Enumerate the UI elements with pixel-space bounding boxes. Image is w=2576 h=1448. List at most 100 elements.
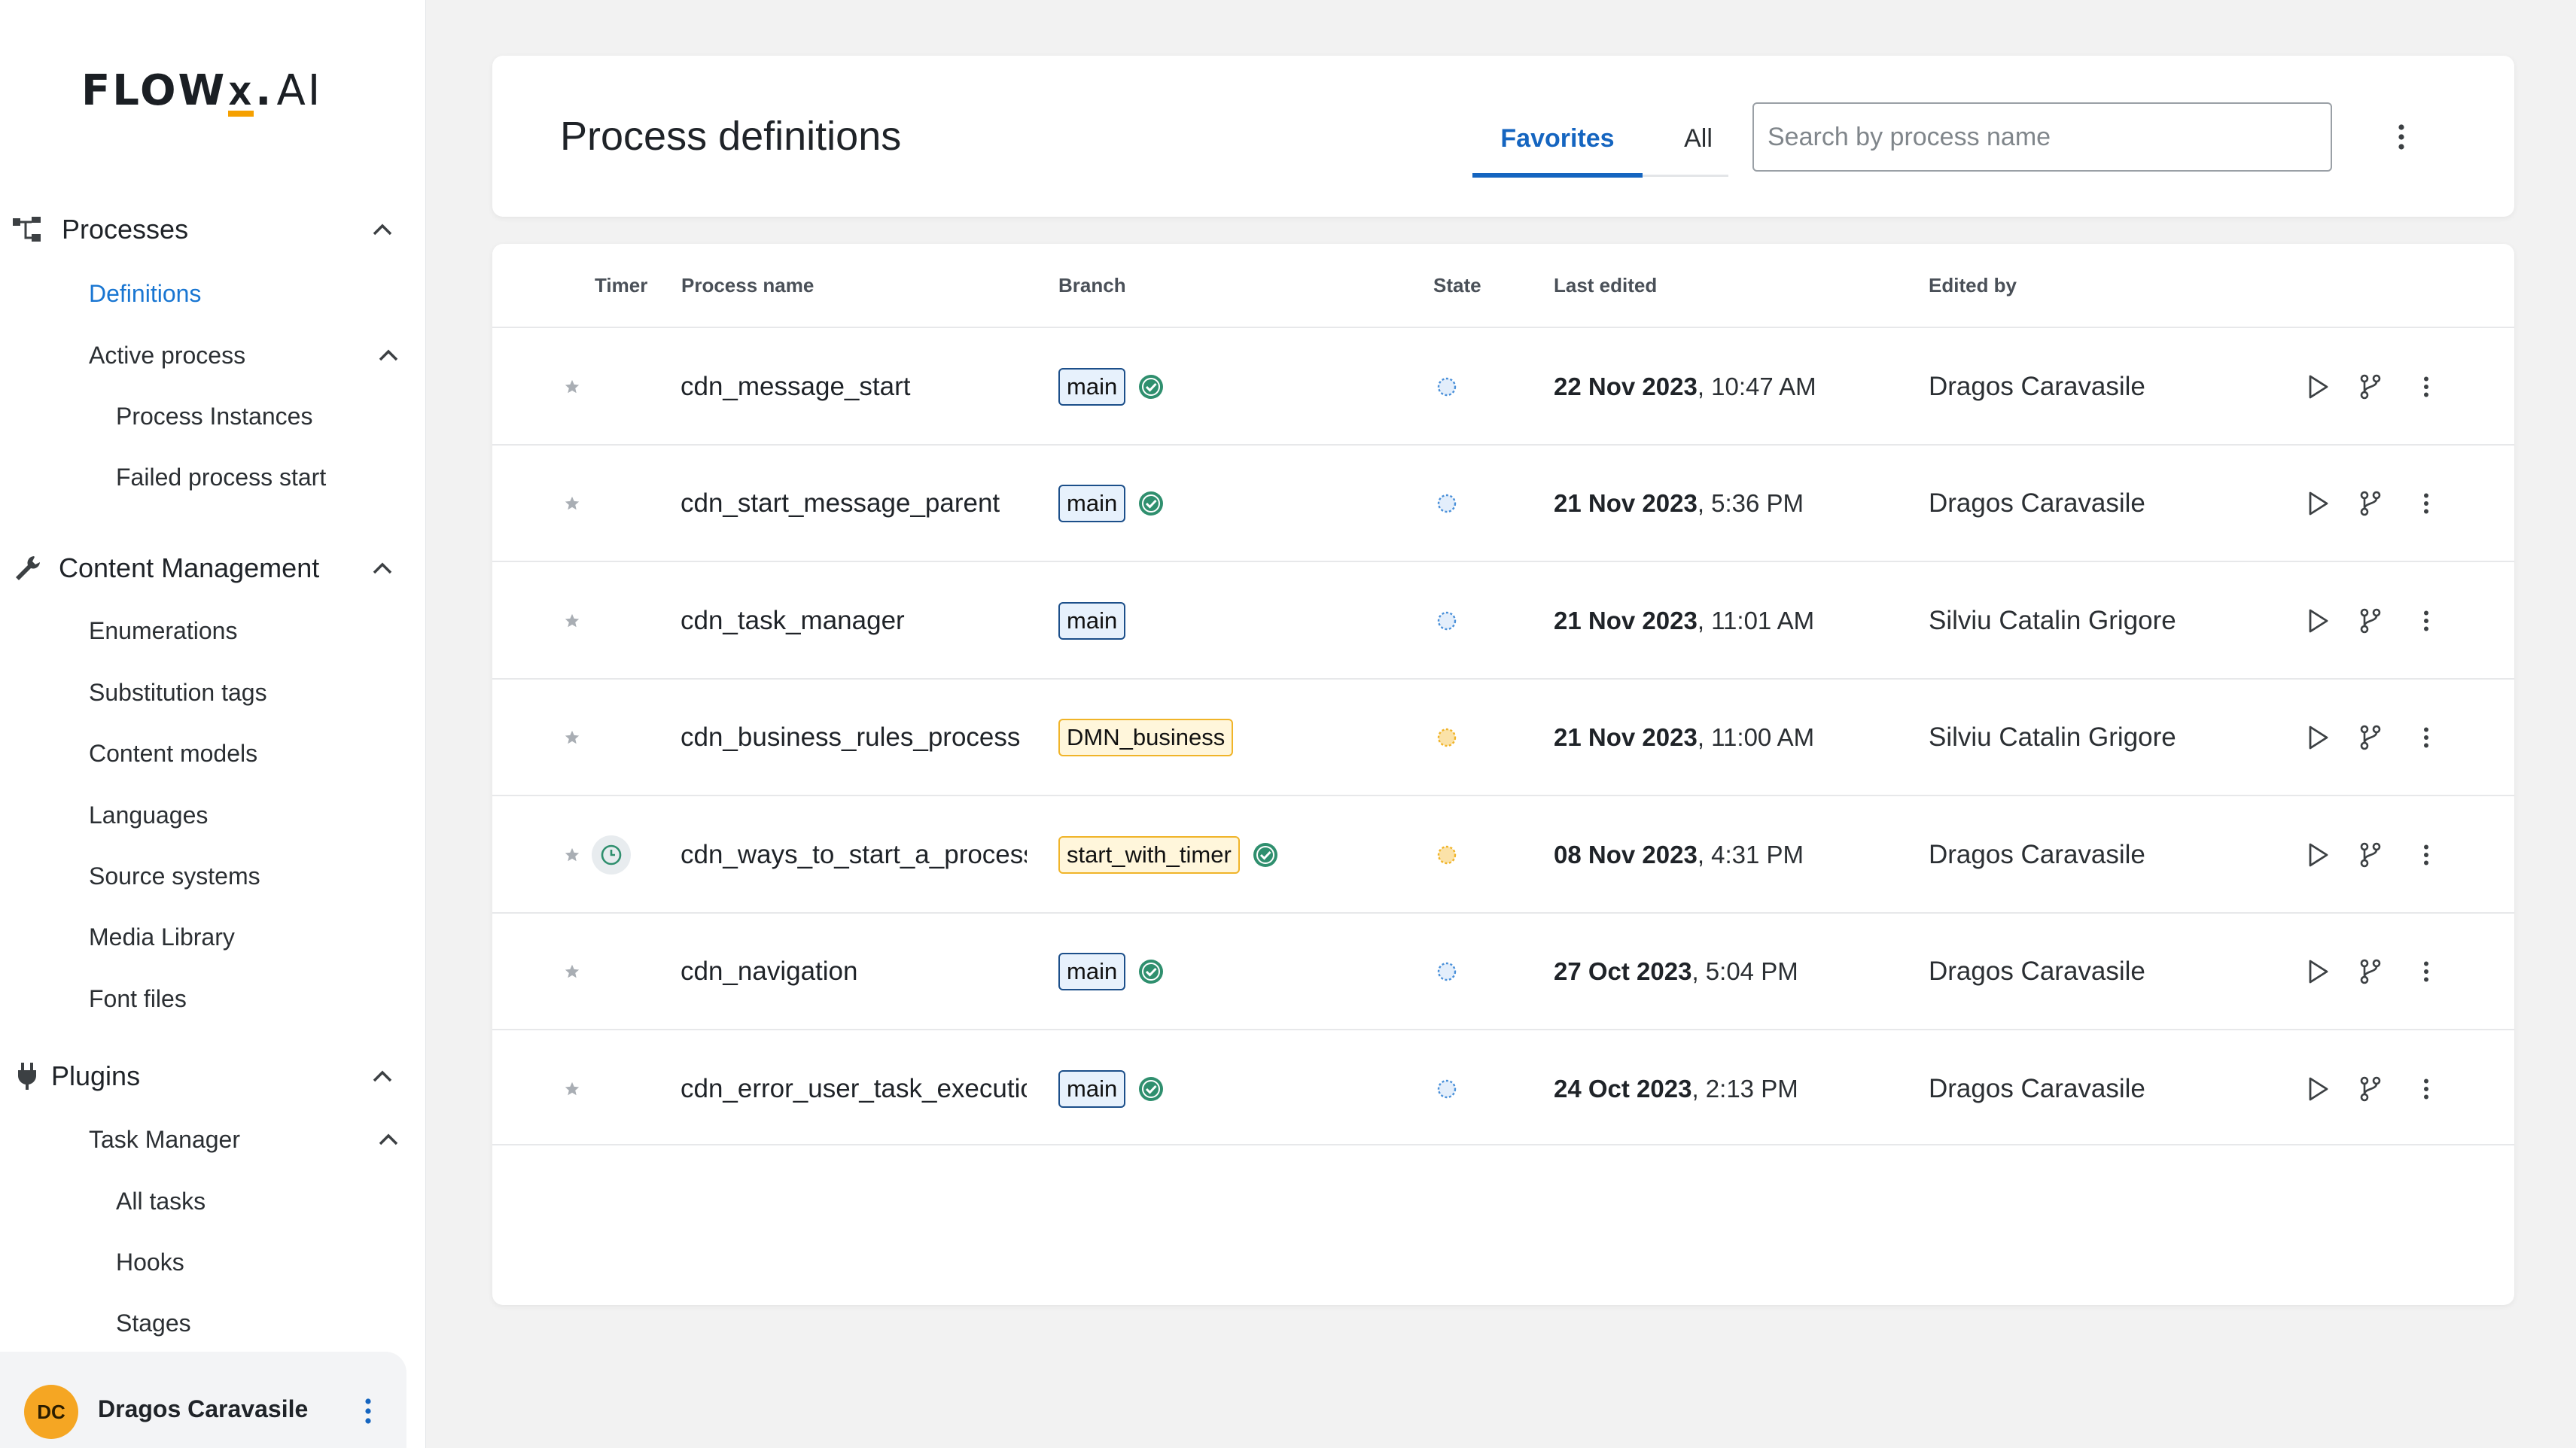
edited-by: Dragos Caravasile	[1929, 1073, 2145, 1103]
sidebar-item-task-manager[interactable]: Task Manager	[89, 1117, 405, 1162]
row-more-options-icon[interactable]	[2407, 914, 2445, 1030]
row-more-options-icon[interactable]	[2407, 562, 2445, 679]
branch-badge: main	[1058, 1069, 1126, 1108]
run-process-icon[interactable]	[2299, 562, 2337, 679]
column-header-process-name[interactable]: Process name	[681, 274, 814, 297]
run-process-icon[interactable]	[2299, 328, 2337, 445]
sidebar-item-languages[interactable]: Languages	[89, 792, 208, 838]
wrench-icon	[11, 552, 44, 585]
sidebar-item-enumerations[interactable]: Enumerations	[89, 608, 237, 653]
column-header-branch[interactable]: Branch	[1058, 274, 1126, 297]
table-row[interactable]: cdn_navigation main 27 Oct 2023, 5:04 PM Dr…	[492, 911, 2514, 1030]
avatar[interactable]: DC	[24, 1385, 78, 1439]
branch-icon[interactable]	[2352, 1030, 2389, 1147]
column-header-timer[interactable]: Timer	[595, 274, 647, 297]
process-name-text: cdn_error_user_task_execution	[681, 1073, 1027, 1103]
state-indicator-icon	[1432, 796, 1462, 913]
favorite-star-icon[interactable]	[557, 446, 587, 562]
last-edited-time: , 2:13 PM	[1691, 1074, 1798, 1103]
page-header: Process definitions Favorites All	[492, 56, 2514, 217]
published-check-icon	[1252, 841, 1279, 868]
chevron-up-icon[interactable]	[367, 214, 397, 245]
branch-cell: main	[1058, 328, 1165, 445]
sidebar-item-source-systems[interactable]: Source systems	[89, 853, 260, 899]
run-process-icon[interactable]	[2299, 680, 2337, 796]
nav-group-processes[interactable]: Processes	[0, 203, 426, 256]
chevron-up-icon[interactable]	[373, 340, 403, 370]
sidebar-item-all-tasks[interactable]: All tasks	[116, 1179, 206, 1224]
column-header-last-edited[interactable]: Last edited	[1554, 274, 1657, 297]
last-edited: 21 Nov 2023, 5:36 PM	[1554, 446, 1804, 562]
table-row[interactable]: cdn_ways_to_start_a_process start_with_ti…	[492, 795, 2514, 911]
timer-cell	[590, 1030, 632, 1147]
table-row[interactable]: cdn_message_start main 22 Nov 2023, 10:47 …	[492, 327, 2514, 443]
tab-favorites[interactable]: Favorites	[1472, 119, 1643, 177]
sidebar-item-hooks[interactable]: Hooks	[116, 1240, 184, 1285]
table-row[interactable]: cdn_error_user_task_execution main 24 Oct …	[492, 1029, 2514, 1145]
run-process-icon[interactable]	[2299, 914, 2337, 1030]
process-name[interactable]: cdn_task_manager	[681, 562, 1027, 679]
process-name[interactable]: cdn_ways_to_start_a_process	[681, 796, 1027, 913]
chevron-up-icon[interactable]	[373, 1124, 403, 1154]
row-more-options-icon[interactable]	[2407, 1030, 2445, 1147]
sidebar-item-font-files[interactable]: Font files	[89, 976, 187, 1021]
process-name[interactable]: cdn_error_user_task_execution	[681, 1030, 1027, 1147]
branch-icon[interactable]	[2352, 914, 2389, 1030]
tab-active-indicator	[1472, 173, 1643, 178]
run-process-icon[interactable]	[2299, 1030, 2337, 1147]
sidebar-item-failed-process-start[interactable]: Failed process start	[116, 455, 326, 500]
favorite-star-icon[interactable]	[557, 914, 587, 1030]
sidebar-item-media-library[interactable]: Media Library	[89, 914, 235, 960]
process-name[interactable]: cdn_business_rules_process	[681, 680, 1027, 796]
last-edited-time: , 5:36 PM	[1697, 489, 1804, 517]
last-edited-time: , 11:00 AM	[1697, 723, 1815, 751]
flowx-logo[interactable]: FLOW X. AI	[81, 66, 322, 117]
more-options-icon[interactable]	[2383, 119, 2419, 155]
nav-group-content-management[interactable]: Content Management	[0, 542, 426, 595]
table-row[interactable]: cdn_task_manager main 21 Nov 2023, 11:01 A…	[492, 561, 2514, 677]
branch-icon[interactable]	[2352, 796, 2389, 913]
chevron-up-icon[interactable]	[367, 553, 397, 583]
tab-all[interactable]: All	[1668, 119, 1728, 158]
search-input[interactable]	[1752, 102, 2332, 172]
row-more-options-icon[interactable]	[2407, 680, 2445, 796]
sidebar-item-process-instances[interactable]: Process Instances	[116, 394, 312, 439]
process-name[interactable]: cdn_start_message_parent	[681, 446, 1027, 562]
clock-icon	[592, 835, 631, 875]
sidebar-item-substitution-tags[interactable]: Substitution tags	[89, 670, 267, 715]
process-name[interactable]: cdn_message_start	[681, 328, 1027, 445]
branch-cell: main	[1058, 562, 1126, 679]
sidebar-item-stages[interactable]: Stages	[116, 1300, 191, 1346]
branch-icon[interactable]	[2352, 562, 2389, 679]
favorite-star-icon[interactable]	[557, 680, 587, 796]
last-edited: 24 Oct 2023, 2:13 PM	[1554, 1030, 1798, 1147]
branch-icon[interactable]	[2352, 446, 2389, 562]
process-tree-icon	[11, 213, 44, 246]
favorite-star-icon[interactable]	[557, 796, 587, 913]
timer-cell	[590, 328, 632, 445]
process-name-text: cdn_navigation	[681, 957, 858, 986]
sidebar-item-content-models[interactable]: Content models	[89, 731, 257, 776]
row-more-options-icon[interactable]	[2407, 446, 2445, 562]
user-menu-kebab-icon[interactable]	[357, 1392, 379, 1430]
column-header-edited-by[interactable]: Edited by	[1929, 274, 2017, 297]
run-process-icon[interactable]	[2299, 796, 2337, 913]
row-more-options-icon[interactable]	[2407, 328, 2445, 445]
nav-group-plugins[interactable]: Plugins	[0, 1050, 426, 1103]
chevron-up-icon[interactable]	[367, 1061, 397, 1091]
table-row[interactable]: cdn_business_rules_process DMN_business 21…	[492, 677, 2514, 796]
favorite-star-icon[interactable]	[557, 562, 587, 679]
favorite-star-icon[interactable]	[557, 328, 587, 445]
sidebar-item-definitions[interactable]: Definitions	[89, 271, 201, 316]
branch-icon[interactable]	[2352, 328, 2389, 445]
favorite-star-icon[interactable]	[557, 1030, 587, 1147]
row-more-options-icon[interactable]	[2407, 796, 2445, 913]
run-process-icon[interactable]	[2299, 446, 2337, 562]
sidebar-item-active-process[interactable]: Active process	[89, 333, 405, 378]
last-edited-time: , 10:47 AM	[1697, 372, 1816, 400]
branch-icon[interactable]	[2352, 680, 2389, 796]
table-row[interactable]: cdn_start_message_parent main 21 Nov 2023,…	[492, 443, 2514, 562]
process-name[interactable]: cdn_navigation	[681, 914, 1027, 1030]
last-edited-date: 21 Nov 2023	[1554, 606, 1698, 634]
column-header-state[interactable]: State	[1433, 274, 1481, 297]
